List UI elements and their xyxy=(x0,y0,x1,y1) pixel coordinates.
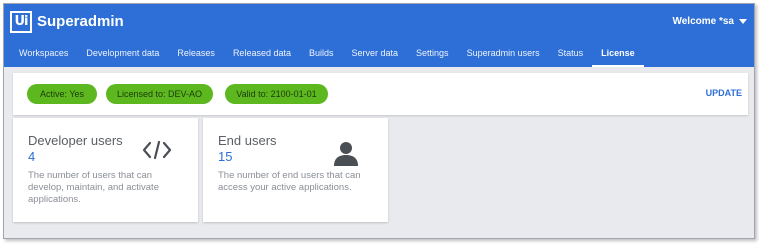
caret-down-icon xyxy=(739,19,747,24)
tab-released-data[interactable]: Released data xyxy=(224,39,300,67)
person-icon xyxy=(334,142,358,166)
developer-users-count: 4 xyxy=(28,149,36,164)
app-title: Superadmin xyxy=(37,13,124,30)
code-icon xyxy=(142,140,172,160)
active-status-badge: Active: Yes xyxy=(27,84,97,104)
app-logo: Ui xyxy=(10,11,32,33)
user-menu[interactable]: Welcome *sa xyxy=(672,16,747,27)
main-tabs: Workspaces Development data Releases Rel… xyxy=(4,39,644,67)
welcome-text: Welcome *sa xyxy=(672,16,734,27)
card-description: The number of end users that can access … xyxy=(218,170,361,193)
top-bar: Ui Superadmin Welcome *sa Workspaces Dev… xyxy=(4,4,754,67)
tab-status[interactable]: Status xyxy=(549,39,593,67)
card-title: End users xyxy=(218,133,277,148)
app-window: Ui Superadmin Welcome *sa Workspaces Dev… xyxy=(3,3,755,239)
end-users-card: End users 15 The number of end users tha… xyxy=(203,118,388,222)
tab-server-data[interactable]: Server data xyxy=(343,39,408,67)
developer-users-card: Developer users 4 The number of users th… xyxy=(13,118,198,222)
tab-superadmin-users[interactable]: Superadmin users xyxy=(458,39,549,67)
tab-license[interactable]: License xyxy=(592,39,644,67)
card-title: Developer users xyxy=(28,133,123,148)
update-button[interactable]: UPDATE xyxy=(706,88,742,98)
license-status-bar: Active: Yes Licensed to: DEV-AO Valid to… xyxy=(13,73,748,115)
tab-workspaces[interactable]: Workspaces xyxy=(4,39,77,67)
tab-releases[interactable]: Releases xyxy=(168,39,224,67)
tab-development-data[interactable]: Development data xyxy=(77,39,168,67)
licensed-to-badge: Licensed to: DEV-AO xyxy=(106,84,213,104)
tab-settings[interactable]: Settings xyxy=(407,39,458,67)
valid-to-badge: Valid to: 2100-01-01 xyxy=(225,84,328,104)
card-description: The number of users that can develop, ma… xyxy=(28,170,159,205)
end-users-count: 15 xyxy=(218,149,233,164)
tab-builds[interactable]: Builds xyxy=(300,39,343,67)
